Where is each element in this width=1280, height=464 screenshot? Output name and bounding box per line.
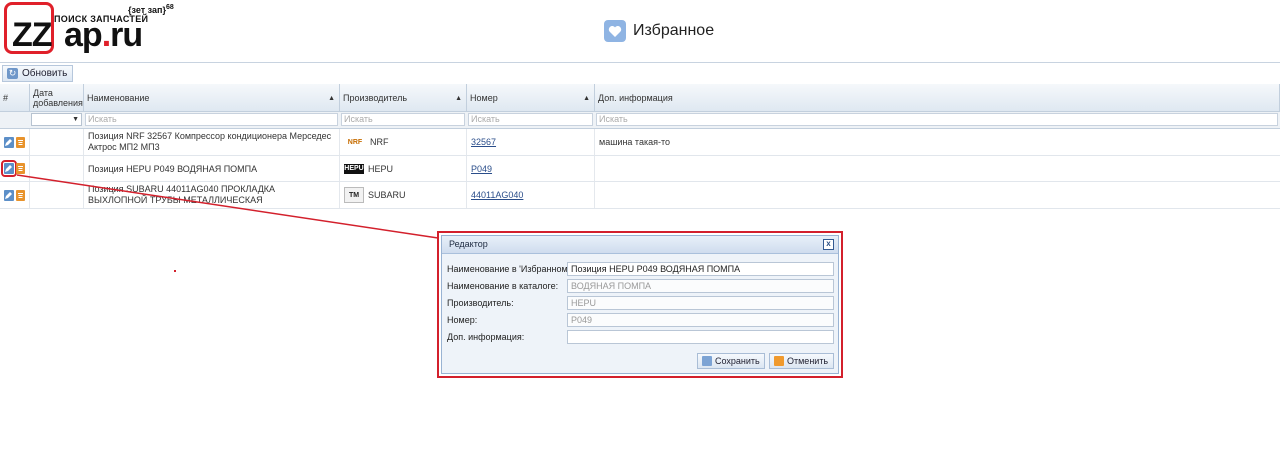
catalog-name-field: ВОДЯНАЯ ПОМПА [567, 279, 834, 293]
nrf-logo: NRF [347, 138, 363, 146]
manufacturer-cell: NRF NRF [340, 129, 467, 155]
refresh-label: Обновить [22, 68, 68, 79]
column-header-manufacturer[interactable]: Производитель ▲ [340, 84, 467, 112]
name-cell: Позиция NRF 32567 Компрессор кондиционер… [84, 129, 340, 155]
number-filter-input[interactable]: Искать [468, 113, 593, 126]
chevron-down-icon: ▼ [72, 116, 79, 123]
info-cell [595, 182, 1280, 208]
info-label: Доп. информация: [447, 332, 525, 342]
catalog-name-label: Наименование в каталоге: [447, 281, 559, 291]
editor-highlight-frame: Редактор x Наименование в 'Избранном': П… [437, 231, 843, 378]
sort-asc-icon: ▲ [328, 95, 335, 102]
edit-icon[interactable] [1, 160, 17, 177]
row-actions [0, 156, 30, 181]
date-cell [30, 156, 84, 181]
heart-icon [604, 20, 626, 42]
number-label: Номер: [447, 315, 478, 325]
info-input[interactable] [567, 330, 834, 344]
toolbar: ↻ Обновить [0, 62, 1280, 85]
name-cell: Позиция SUBARU 44011AG040 ПРОКЛАДКА ВЫХЛ… [84, 182, 340, 208]
editor-dialog: Редактор x Наименование в 'Избранном': П… [441, 235, 839, 374]
edit-icon[interactable] [4, 189, 14, 201]
table-row[interactable]: Позиция HEPU P049 ВОДЯНАЯ ПОМПА HEPU HEP… [0, 156, 1280, 182]
manufacturer-cell: HEPU HEPU [340, 156, 467, 181]
manufacturer-field: HEPU [567, 296, 834, 310]
part-number-link[interactable]: P049 [471, 164, 492, 174]
column-header-date[interactable]: Дата добавления [30, 84, 84, 112]
number-cell[interactable]: P049 [467, 156, 595, 181]
page-title: Избранное [633, 22, 715, 39]
delete-icon[interactable] [15, 136, 25, 148]
zzap-logo[interactable]: ZZ ap.ru ПОИСК ЗАПЧАСТЕЙ {зет зап}68 [4, 2, 184, 58]
manufacturer-label: Производитель: [447, 298, 514, 308]
number-cell[interactable]: 32567 [467, 129, 595, 155]
cancel-icon [774, 356, 784, 366]
form-row-fav-name: Наименование в 'Избранном': Позиция HEPU… [447, 262, 835, 276]
logo-subtitle: ПОИСК ЗАПЧАСТЕЙ [54, 14, 149, 24]
page-header: Избранное [604, 19, 714, 43]
row-actions [0, 182, 30, 208]
name-filter-input[interactable]: Искать [85, 113, 338, 126]
filter-row: ▼ Искать Искать Искать Искать [0, 112, 1280, 129]
refresh-icon: ↻ [7, 68, 18, 79]
dialog-header: Редактор x [442, 236, 838, 254]
logo-zz-text: ZZ [12, 16, 53, 54]
form-row-number: Номер: P049 [447, 313, 835, 327]
number-field: P049 [567, 313, 834, 327]
form-row-catalog-name: Наименование в каталоге: ВОДЯНАЯ ПОМПА [447, 279, 835, 293]
cancel-button[interactable]: Отменить [769, 353, 834, 369]
part-number-link[interactable]: 44011AG040 [471, 190, 523, 200]
column-header-info[interactable]: Доп. информация [595, 84, 1280, 112]
info-cell [595, 156, 1280, 181]
info-cell: машина такая-то [599, 137, 670, 147]
date-filter-select[interactable]: ▼ [31, 113, 82, 126]
number-cell[interactable]: 44011AG040 [467, 182, 595, 208]
save-button[interactable]: Сохранить [697, 353, 765, 369]
edit-icon[interactable] [4, 136, 14, 148]
name-cell: Позиция HEPU P049 ВОДЯНАЯ ПОМПА [84, 156, 340, 181]
checkmark-icon [702, 356, 712, 366]
part-number-link[interactable]: 32567 [471, 137, 496, 147]
manufacturer-filter-input[interactable]: Искать [341, 113, 465, 126]
logo-tagline: {зет зап}68 [128, 4, 174, 15]
sort-asc-icon: ▲ [583, 95, 590, 102]
delete-icon[interactable] [15, 163, 25, 174]
date-cell [30, 129, 84, 155]
info-filter-input[interactable]: Искать [596, 113, 1278, 126]
fav-name-input[interactable]: Позиция HEPU P049 ВОДЯНАЯ ПОМПА [567, 262, 834, 276]
manufacturer-cell: TM SUBARU [340, 182, 467, 208]
subaru-logo: TM [344, 187, 364, 203]
fav-name-label: Наименование в 'Избранном': [447, 264, 572, 274]
table-row[interactable]: Позиция NRF 32567 Компрессор кондиционер… [0, 129, 1280, 156]
form-row-info: Доп. информация: [447, 330, 835, 344]
form-row-manufacturer: Производитель: HEPU [447, 296, 835, 310]
delete-icon[interactable] [15, 189, 25, 201]
column-header-index: # [0, 84, 30, 112]
column-header-name[interactable]: Наименование ▲ [84, 84, 340, 112]
column-header-number[interactable]: Номер ▲ [467, 84, 595, 112]
sort-asc-icon: ▲ [455, 95, 462, 102]
table-row[interactable]: Позиция SUBARU 44011AG040 ПРОКЛАДКА ВЫХЛ… [0, 182, 1280, 209]
refresh-button[interactable]: ↻ Обновить [2, 65, 74, 82]
row-actions [0, 129, 30, 155]
close-icon[interactable]: x [823, 239, 834, 250]
dialog-title: Редактор [449, 239, 488, 249]
date-cell [30, 182, 84, 208]
hepu-logo: HEPU [344, 163, 364, 174]
